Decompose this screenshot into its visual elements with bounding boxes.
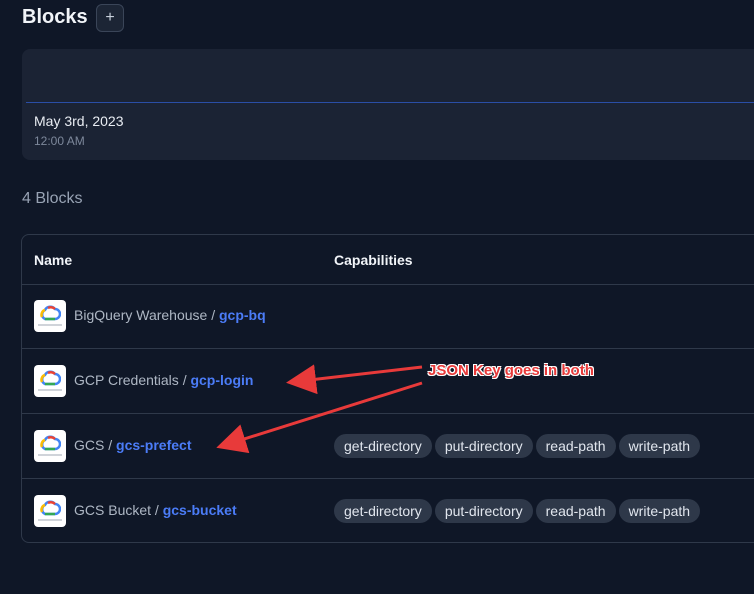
- capability-chip: put-directory: [434, 499, 533, 523]
- block-link[interactable]: gcp-login: [190, 372, 253, 388]
- column-header-name: Name: [34, 252, 73, 268]
- block-name: GCS Bucket / gcs-bucket: [74, 502, 237, 518]
- annotation-label: JSON Key goes in both: [428, 362, 594, 379]
- block-name: GCP Credentials / gcp-login: [74, 372, 253, 388]
- capability-chip: write-path: [618, 434, 701, 458]
- block-link[interactable]: gcs-prefect: [116, 437, 191, 453]
- timeline-line: [26, 102, 754, 103]
- block-name: BigQuery Warehouse / gcp-bq: [74, 307, 266, 323]
- block-type: BigQuery Warehouse: [74, 307, 208, 323]
- capability-chip: read-path: [535, 434, 616, 458]
- name-separator: /: [154, 502, 159, 518]
- time-label: 12:00 AM: [34, 134, 85, 148]
- block-name: GCS / gcs-prefect: [74, 437, 191, 453]
- capabilities-list: get-directory put-directory read-path write…: [334, 434, 703, 458]
- add-block-button[interactable]: +: [96, 4, 124, 32]
- blocks-count: 4 Blocks: [22, 190, 83, 207]
- google-cloud-logo-icon: [34, 495, 66, 527]
- capability-chip: read-path: [535, 499, 616, 523]
- blocks-table: Name Capabilities BigQuery Warehouse / g…: [21, 234, 754, 543]
- plus-icon: +: [105, 9, 115, 26]
- table-row[interactable]: BigQuery Warehouse / gcp-bq: [22, 284, 754, 349]
- capability-chip: write-path: [618, 499, 701, 523]
- block-type: GCS Bucket: [74, 502, 152, 518]
- table-header: Name Capabilities: [22, 235, 754, 285]
- block-type: GCP Credentials: [74, 372, 179, 388]
- capability-chip: get-directory: [334, 434, 432, 458]
- google-cloud-logo-icon: [34, 430, 66, 462]
- capabilities-list: get-directory put-directory read-path write…: [334, 499, 703, 523]
- google-cloud-logo-icon: [34, 365, 66, 397]
- google-cloud-logo-icon: [34, 300, 66, 332]
- name-separator: /: [182, 372, 187, 388]
- block-link[interactable]: gcp-bq: [219, 307, 266, 323]
- block-type: GCS: [74, 437, 105, 453]
- activity-date-card: May 3rd, 2023 12:00 AM: [22, 49, 754, 160]
- capability-chip: put-directory: [434, 434, 533, 458]
- column-header-capabilities: Capabilities: [334, 252, 413, 268]
- date-label: May 3rd, 2023: [34, 113, 124, 129]
- table-row[interactable]: GCP Credentials / gcp-login: [22, 349, 754, 414]
- capability-chip: get-directory: [334, 499, 432, 523]
- table-row[interactable]: GCS / gcs-prefect get-directory put-direc…: [22, 414, 754, 479]
- table-row[interactable]: GCS Bucket / gcs-bucket get-directory put…: [22, 479, 754, 542]
- name-separator: /: [211, 307, 216, 323]
- page-title: Blocks: [22, 6, 88, 28]
- block-link[interactable]: gcs-bucket: [163, 502, 237, 518]
- name-separator: /: [108, 437, 113, 453]
